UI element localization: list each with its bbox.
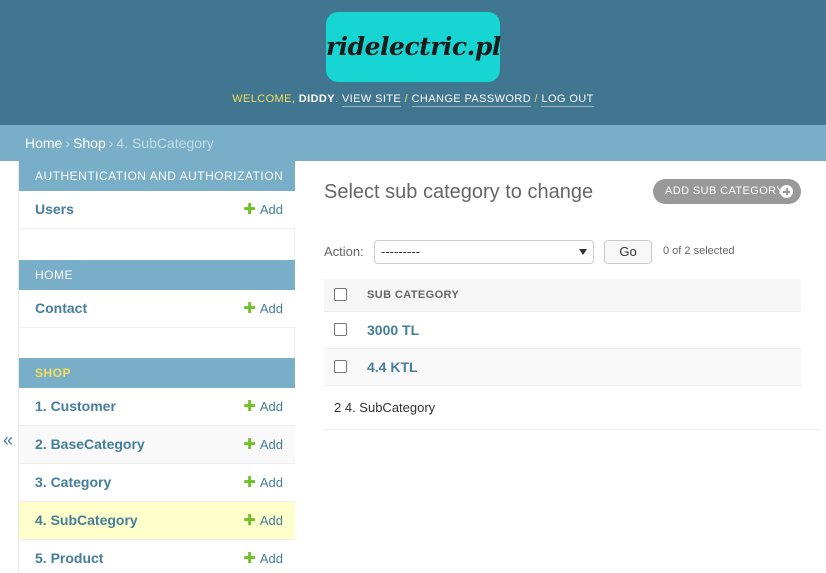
- sidebar-item-label[interactable]: 1. Customer: [35, 388, 116, 425]
- row-checkbox[interactable]: [334, 360, 347, 373]
- add-category-link[interactable]: ✚ Add: [243, 464, 283, 501]
- breadcrumb-separator: ›: [65, 135, 71, 151]
- sidebar-item-label[interactable]: 3. Category: [35, 464, 111, 501]
- nav-sidebar: Authentication and Authorization Users ✚…: [18, 161, 295, 573]
- module-caption-auth[interactable]: Authentication and Authorization: [19, 161, 295, 191]
- view-site-link[interactable]: VIEW SITE: [341, 93, 402, 107]
- row-link[interactable]: 3000 TL: [367, 312, 419, 348]
- sidebar-item-category: 3. Category ✚ Add: [19, 464, 295, 502]
- breadcrumb-shop[interactable]: Shop: [73, 135, 106, 151]
- user-tools-separator: /: [534, 93, 538, 105]
- add-basecategory-link[interactable]: ✚ Add: [243, 426, 283, 463]
- add-customer-link[interactable]: ✚ Add: [243, 388, 283, 425]
- sidebar-item-subcategory: 4. SubCategory ✚ Add: [19, 502, 295, 540]
- add-label: Add: [259, 475, 283, 490]
- row-link[interactable]: 4.4 KTL: [367, 349, 418, 385]
- page-title: Select sub category to change: [324, 181, 594, 203]
- plus-icon: ✚: [243, 300, 256, 317]
- table-row: 4.4 KTL: [324, 349, 801, 386]
- sidebar-item-label[interactable]: 2. BaseCategory: [35, 426, 145, 463]
- user-tools-separator: /: [404, 93, 409, 105]
- change-password-link[interactable]: CHANGE PASSWORD: [411, 93, 532, 107]
- sidebar-item-users: Users ✚ Add: [19, 191, 295, 229]
- plus-icon: ✚: [243, 201, 256, 218]
- row-checkbox[interactable]: [334, 323, 347, 336]
- add-label: Add: [259, 301, 283, 316]
- breadcrumb-separator: ›: [108, 135, 114, 151]
- add-product-link[interactable]: ✚ Add: [243, 540, 283, 573]
- column-header-sub-category[interactable]: SUB CATEGORY: [367, 279, 459, 312]
- welcome-text: WELCOME,: [232, 93, 296, 105]
- sidebar-item-customer: 1. Customer ✚ Add: [19, 388, 295, 426]
- log-out-link[interactable]: LOG OUT: [541, 93, 594, 107]
- add-label: Add: [259, 399, 283, 414]
- module-caption-home[interactable]: Home: [19, 260, 295, 290]
- add-users-link[interactable]: ✚ Add: [243, 191, 283, 228]
- table-header: SUB CATEGORY: [324, 279, 801, 312]
- plus-icon: ✚: [243, 550, 256, 567]
- site-logo-text: ridelectric.pl: [326, 32, 501, 61]
- add-label: Add: [259, 202, 283, 217]
- plus-icon: ✚: [243, 398, 256, 415]
- sidebar-item-label[interactable]: 4. SubCategory: [35, 502, 138, 539]
- chevron-down-icon: [579, 249, 587, 255]
- add-label: Add: [259, 513, 283, 528]
- module-caption-shop[interactable]: Shop: [19, 358, 295, 388]
- go-button[interactable]: Go: [604, 240, 652, 264]
- toggle-nav-sidebar-button[interactable]: «: [0, 430, 16, 451]
- action-select-value: ---------: [381, 244, 420, 259]
- add-label: Add: [259, 551, 283, 566]
- sidebar-item-label[interactable]: 5. Product: [35, 540, 103, 573]
- sidebar-item-label[interactable]: Users: [35, 191, 74, 228]
- breadcrumb-home[interactable]: Home: [25, 135, 62, 151]
- sidebar-item-label[interactable]: Contact: [35, 290, 87, 327]
- plus-icon: ✚: [243, 436, 256, 453]
- plus-icon: ✚: [243, 474, 256, 491]
- plus-circle-icon: [780, 185, 793, 198]
- add-subcategory-link[interactable]: ✚ Add: [243, 502, 283, 539]
- site-logo[interactable]: ridelectric.pl: [326, 12, 501, 82]
- add-contact-link[interactable]: ✚ Add: [243, 290, 283, 327]
- sidebar-item-basecategory: 2. BaseCategory ✚ Add: [19, 426, 295, 464]
- action-counter: 0 of 2 selected: [663, 245, 735, 257]
- add-sub-category-button[interactable]: ADD SUB CATEGORY: [653, 179, 801, 204]
- plus-icon: ✚: [243, 512, 256, 529]
- breadcrumb: Home › Shop › 4. SubCategory: [0, 125, 826, 161]
- paginator: 2 4. SubCategory: [324, 387, 820, 430]
- breadcrumb-current: 4. SubCategory: [116, 135, 214, 151]
- select-all-checkbox[interactable]: [334, 288, 347, 301]
- username: DIDDY: [298, 93, 336, 105]
- action-select[interactable]: ---------: [374, 240, 594, 264]
- sidebar-item-product: 5. Product ✚ Add: [19, 540, 295, 573]
- add-button-label: ADD SUB CATEGORY: [665, 185, 785, 197]
- table-row: 3000 TL: [324, 312, 801, 349]
- header: ridelectric.pl WELCOME, DIDDY. VIEW SITE…: [0, 0, 826, 125]
- sidebar-item-contact: Contact ✚ Add: [19, 290, 295, 328]
- user-tools: WELCOME, DIDDY. VIEW SITE / CHANGE PASSW…: [232, 93, 594, 107]
- action-label: Action:: [324, 244, 364, 259]
- add-label: Add: [259, 437, 283, 452]
